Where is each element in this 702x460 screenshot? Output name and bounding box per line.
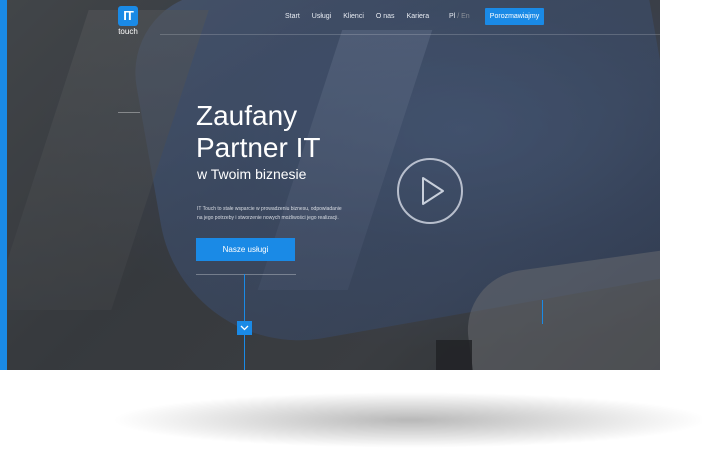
hero-section: IT touch Start Usługi Klienci O nas Kari… [0,0,660,370]
background-overlay [0,0,660,370]
hero-title-line: Partner IT [196,132,321,163]
main-nav: Start Usługi Klienci O nas Kariera [285,13,429,20]
page-shadow [110,392,702,448]
nav-item-kariera[interactable]: Kariera [407,13,430,20]
services-button[interactable]: Nasze usługi [196,238,295,261]
nav-item-start[interactable]: Start [285,13,300,20]
lang-separator: / [457,13,460,20]
left-accent-bar [0,0,7,370]
nav-item-uslugi[interactable]: Usługi [312,13,331,20]
hero-description-line: IT Touch to stałe wsparcie w prowadzeniu… [197,206,342,212]
side-decoration-line [118,112,140,113]
language-switcher: Pl / En [449,13,470,20]
logo[interactable]: IT touch [117,6,139,36]
hero-description: IT Touch to stałe wsparcie w prowadzeniu… [197,205,362,223]
lang-en[interactable]: En [461,13,470,20]
logo-word: touch [118,27,138,36]
divider [196,274,296,275]
contact-button[interactable]: Porozmawiajmy [485,8,544,25]
chevron-down-icon [240,325,249,331]
nav-item-klienci[interactable]: Klienci [343,13,364,20]
logo-mark: IT [118,6,138,26]
lang-pl[interactable]: Pl [449,13,455,20]
nav-item-o-nas[interactable]: O nas [376,13,395,20]
hero-description-line: na jego potrzeby i stworzenie nowych moż… [197,215,339,221]
header-divider [160,34,660,35]
hero-title-line: Zaufany [196,100,298,131]
hero-title: Zaufany Partner IT [196,100,320,164]
hero-subtitle: w Twoim biznesie [197,166,307,182]
play-video-button[interactable] [397,158,463,224]
scroll-down-button[interactable] [237,321,252,335]
right-accent-line [542,300,543,324]
play-icon [422,177,444,205]
